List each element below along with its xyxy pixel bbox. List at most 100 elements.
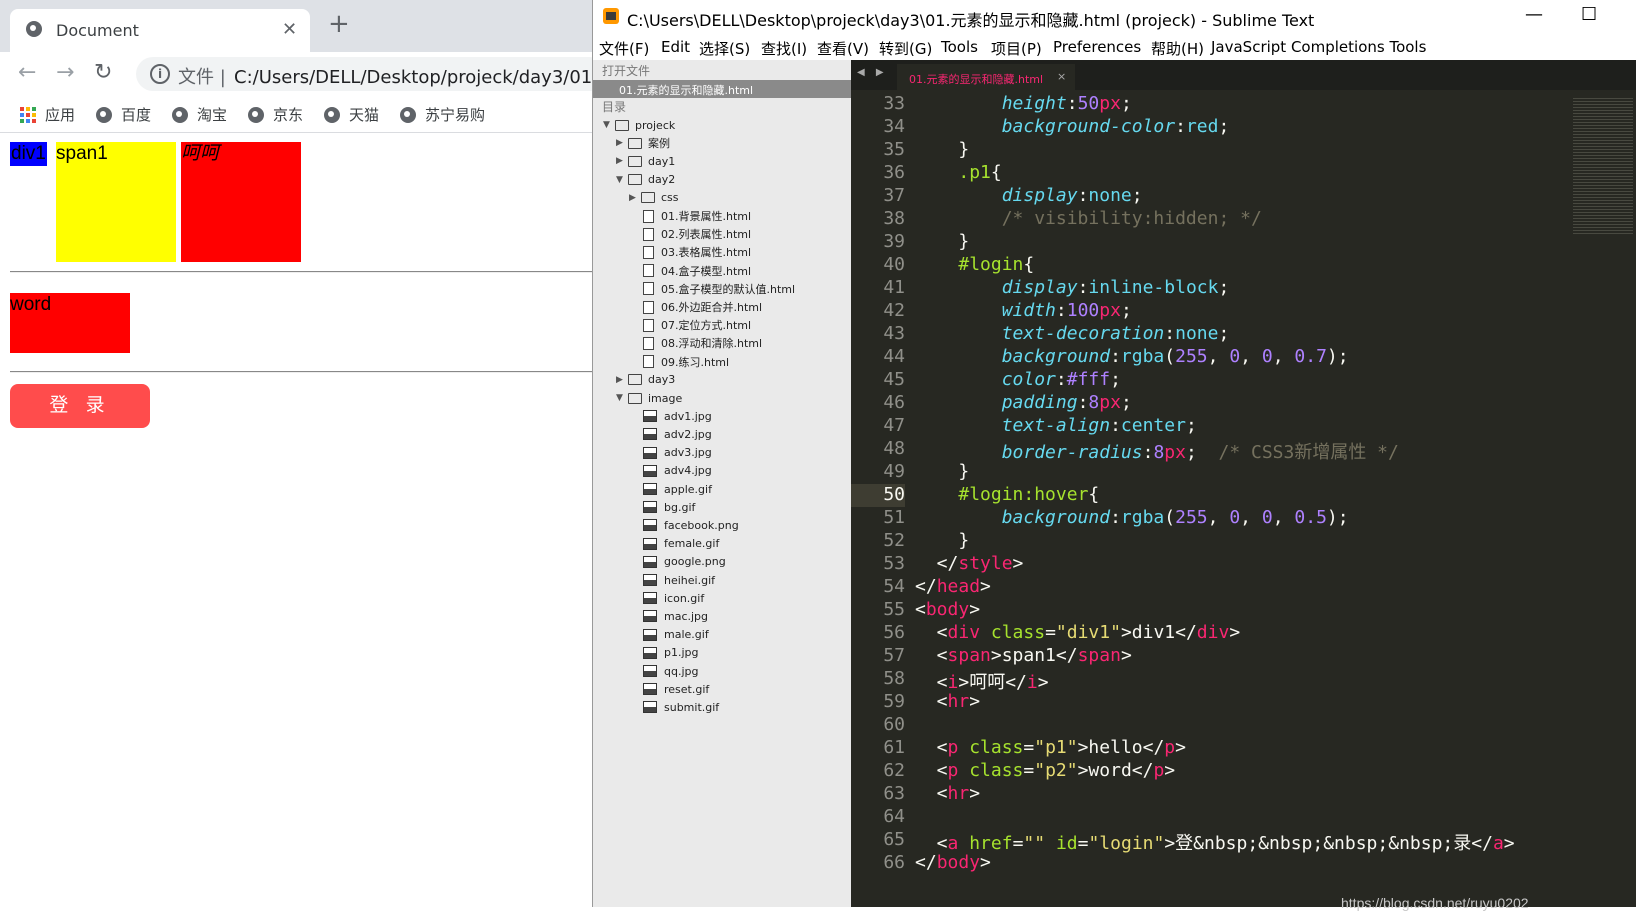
tree-file[interactable]: female.gif xyxy=(629,535,719,553)
tree-folder[interactable]: ▼ projeck xyxy=(603,116,675,134)
code-line[interactable]: background:rgba(255, 0, 0, 0.7); xyxy=(915,346,1349,367)
tab-scroll-icon[interactable]: ◀ ▶ xyxy=(857,67,888,78)
code-line[interactable]: color:#fff; xyxy=(915,369,1121,390)
expand-closed-icon[interactable]: ▶ xyxy=(629,193,641,203)
code-line[interactable]: <hr> xyxy=(915,691,980,712)
code-line[interactable]: text-decoration:none; xyxy=(915,323,1230,344)
tree-file[interactable]: mac.jpg xyxy=(629,607,708,625)
tree-file[interactable]: adv3.jpg xyxy=(629,444,712,462)
tree-file[interactable]: heihei.gif xyxy=(629,571,715,589)
bookmark-tmall[interactable]: 天猫 xyxy=(324,104,379,125)
tree-file[interactable]: icon.gif xyxy=(629,589,704,607)
code-line[interactable]: <body> xyxy=(915,599,980,620)
menu-find[interactable]: 查找(I) xyxy=(761,38,807,59)
bookmark-taobao[interactable]: 淘宝 xyxy=(172,104,227,125)
tree-file[interactable]: adv1.jpg xyxy=(629,407,712,425)
tree-file[interactable]: 05.盒子模型的默认值.html xyxy=(629,280,795,298)
code-line[interactable]: <span>span1</span> xyxy=(915,645,1132,666)
tree-file[interactable]: 02.列表属性.html xyxy=(629,225,751,243)
tree-file[interactable]: 04.盒子模型.html xyxy=(629,262,751,280)
tree-file[interactable]: 08.浮动和清除.html xyxy=(629,334,762,352)
code-line[interactable]: } xyxy=(915,139,969,160)
menu-js-completions[interactable]: JavaScript Completions Tools xyxy=(1211,38,1426,56)
menu-project[interactable]: 项目(P) xyxy=(991,38,1042,59)
bookmark-baidu[interactable]: 百度 xyxy=(96,104,151,125)
code-line[interactable]: background-color:red; xyxy=(915,116,1230,137)
menu-tools[interactable]: Tools xyxy=(941,38,978,56)
code-line[interactable]: </head> xyxy=(915,576,991,597)
code-line[interactable]: display:none; xyxy=(915,185,1143,206)
info-icon[interactable]: i xyxy=(150,64,170,84)
tree-file[interactable]: 01.背景属性.html xyxy=(629,207,751,225)
minimize-button[interactable]: — xyxy=(1525,4,1543,25)
reload-icon[interactable]: ↻ xyxy=(94,60,112,85)
tree-folder[interactable]: ▶ day3 xyxy=(616,371,675,389)
bookmark-suning[interactable]: 苏宁易购 xyxy=(400,104,485,125)
expand-open-icon[interactable]: ▼ xyxy=(616,175,628,185)
close-tab-icon[interactable]: × xyxy=(1057,70,1066,83)
editor-tab[interactable]: 01.元素的显示和隐藏.html × xyxy=(897,64,1075,90)
tree-folder[interactable]: ▼ day2 xyxy=(616,171,675,189)
tree-folder[interactable]: ▶ css xyxy=(629,189,679,207)
tree-file[interactable]: 03.表格属性.html xyxy=(629,243,751,261)
code-line[interactable]: </body> xyxy=(915,852,991,873)
login-button[interactable]: 登 录 xyxy=(10,384,150,428)
tree-file[interactable]: adv4.jpg xyxy=(629,462,712,480)
expand-open-icon[interactable]: ▼ xyxy=(616,393,628,403)
code-line[interactable]: border-radius:8px; /* CSS3新增属性 */ xyxy=(915,438,1399,464)
tree-file[interactable]: facebook.png xyxy=(629,516,739,534)
tree-file[interactable]: 06.外边距合并.html xyxy=(629,298,762,316)
tree-folder[interactable]: ▶ 案例 xyxy=(616,134,670,152)
code-line[interactable]: display:inline-block; xyxy=(915,277,1230,298)
menu-view[interactable]: 查看(V) xyxy=(817,38,869,59)
tree-file[interactable]: bg.gif xyxy=(629,498,695,516)
code-line[interactable]: <p class="p1">hello</p> xyxy=(915,737,1186,758)
code-line[interactable]: #login:hover{ xyxy=(915,484,1099,505)
minimap[interactable] xyxy=(1573,96,1633,236)
bookmark-apps[interactable]: 应用 xyxy=(20,104,75,125)
code-line[interactable]: width:100px; xyxy=(915,300,1132,321)
code-line[interactable]: background:rgba(255, 0, 0, 0.5); xyxy=(915,507,1349,528)
tree-folder[interactable]: ▶ day1 xyxy=(616,152,675,170)
expand-closed-icon[interactable]: ▶ xyxy=(616,156,628,166)
code-line[interactable]: <div class="div1">div1</div> xyxy=(915,622,1240,643)
menu-preferences[interactable]: Preferences xyxy=(1053,38,1141,56)
tree-folder[interactable]: ▼ image xyxy=(616,389,682,407)
menu-selection[interactable]: 选择(S) xyxy=(699,38,750,59)
browser-tab[interactable]: Document ✕ xyxy=(10,9,310,52)
tree-file[interactable]: 07.定位方式.html xyxy=(629,316,751,334)
expand-open-icon[interactable]: ▼ xyxy=(603,120,615,130)
tree-file[interactable]: qq.jpg xyxy=(629,662,698,680)
tree-file[interactable]: 09.练习.html xyxy=(629,353,729,371)
forward-icon[interactable]: → xyxy=(56,60,74,85)
back-icon[interactable]: ← xyxy=(18,60,36,85)
code-line[interactable]: text-align:center; xyxy=(915,415,1197,436)
expand-closed-icon[interactable]: ▶ xyxy=(616,138,628,148)
menu-file[interactable]: 文件(F) xyxy=(599,38,649,59)
menu-help[interactable]: 帮助(H) xyxy=(1151,38,1204,59)
code-line[interactable]: } xyxy=(915,530,969,551)
tree-file[interactable]: p1.jpg xyxy=(629,644,699,662)
tree-file[interactable]: male.gif xyxy=(629,626,709,644)
url-text[interactable]: C:/Users/DELL/Desktop/projeck/day3/01.元 xyxy=(234,63,592,89)
close-tab-icon[interactable]: ✕ xyxy=(282,19,297,40)
code-line[interactable]: height:50px; xyxy=(915,93,1132,114)
code-line[interactable]: /* visibility:hidden; */ xyxy=(915,208,1262,229)
new-tab-button[interactable]: + xyxy=(328,11,350,37)
code-line[interactable]: padding:8px; xyxy=(915,392,1132,413)
code-line[interactable]: </style> xyxy=(915,553,1024,574)
maximize-button[interactable]: ☐ xyxy=(1581,4,1597,25)
open-file-item[interactable]: 01.元素的显示和隐藏.html xyxy=(593,80,851,98)
tree-file[interactable]: reset.gif xyxy=(629,680,709,698)
expand-closed-icon[interactable]: ▶ xyxy=(616,375,628,385)
tree-file[interactable]: google.png xyxy=(629,553,726,571)
menu-edit[interactable]: Edit xyxy=(661,38,690,56)
code-line[interactable]: <hr> xyxy=(915,783,980,804)
code-line[interactable]: <a href="" id="login">登&nbsp;&nbsp;&nbsp… xyxy=(915,829,1515,855)
menu-goto[interactable]: 转到(G) xyxy=(879,38,932,59)
tree-file[interactable]: submit.gif xyxy=(629,698,719,716)
code-line[interactable]: <p class="p2">word</p> xyxy=(915,760,1175,781)
code-line[interactable]: } xyxy=(915,461,969,482)
code-line[interactable]: } xyxy=(915,231,969,252)
tree-file[interactable]: adv2.jpg xyxy=(629,425,712,443)
